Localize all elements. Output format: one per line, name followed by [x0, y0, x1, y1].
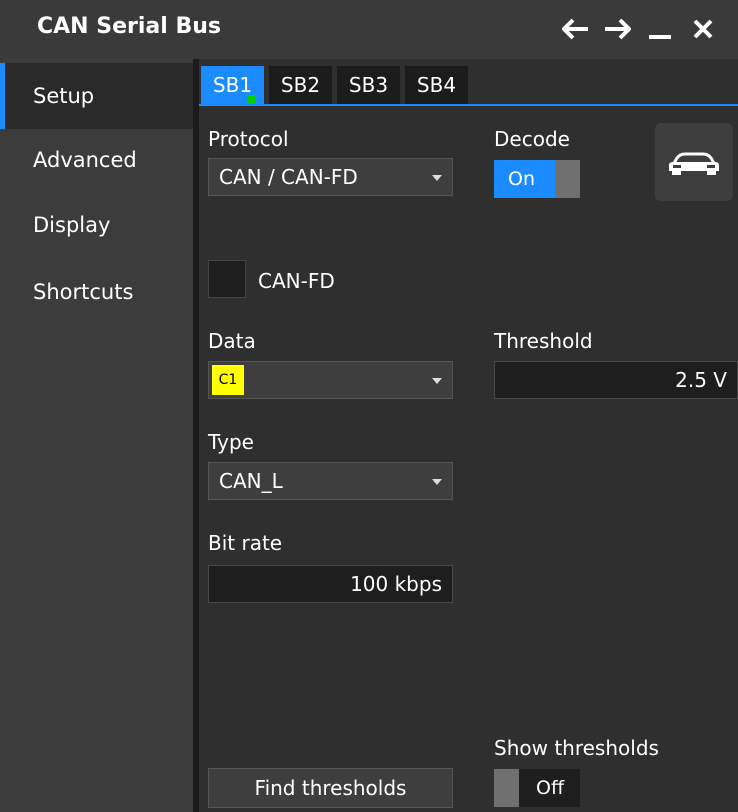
- data-label: Data: [208, 329, 256, 353]
- setup-panel: SB1 SB2 SB3 SB4 Protocol CAN / CAN-FD De…: [199, 59, 738, 812]
- tab-label: SB1: [212, 73, 253, 97]
- bitrate-label: Bit rate: [208, 531, 283, 555]
- chevron-down-icon: [432, 378, 442, 384]
- sidebar-item-advanced[interactable]: Advanced: [0, 127, 193, 193]
- chevron-down-icon: [432, 479, 442, 485]
- threshold-input[interactable]: 2.5 V: [494, 361, 738, 399]
- type-label: Type: [208, 430, 254, 454]
- show-thresholds-label: Show thresholds: [494, 736, 659, 760]
- tab-sb3[interactable]: SB3: [337, 66, 400, 104]
- find-thresholds-button[interactable]: Find thresholds: [208, 768, 453, 808]
- minimize-icon[interactable]: [648, 18, 672, 40]
- toggle-knob: [555, 160, 580, 198]
- tab-label: SB2: [280, 73, 321, 97]
- bitrate-input[interactable]: 100 kbps: [208, 565, 453, 603]
- protocol-value: CAN / CAN-FD: [219, 165, 358, 189]
- channel-c1-chip: C1: [212, 365, 244, 395]
- can-serial-bus-dialog: CAN Serial Bus Setup Advanced Display Sh…: [0, 0, 738, 812]
- decode-label: Decode: [494, 127, 570, 151]
- show-thresholds-value: Off: [536, 777, 565, 799]
- protocol-select[interactable]: CAN / CAN-FD: [208, 158, 453, 196]
- tab-sb2[interactable]: SB2: [269, 66, 332, 104]
- type-value: CAN_L: [219, 469, 283, 493]
- active-bus-indicator-icon: [247, 95, 255, 103]
- toggle-knob: [494, 769, 519, 807]
- sidebar-item-label: Setup: [33, 84, 95, 108]
- title-bar: CAN Serial Bus: [0, 0, 738, 59]
- type-select[interactable]: CAN_L: [208, 462, 453, 500]
- threshold-label: Threshold: [494, 329, 593, 353]
- decode-value: On: [508, 168, 535, 190]
- chevron-down-icon: [432, 175, 442, 181]
- bus-type-car-button[interactable]: [655, 123, 733, 201]
- tab-label: SB3: [348, 73, 389, 97]
- sidebar-item-label: Display: [33, 213, 111, 237]
- tab-sb1[interactable]: SB1: [201, 66, 264, 104]
- tab-sb4[interactable]: SB4: [405, 66, 468, 104]
- protocol-label: Protocol: [208, 127, 289, 151]
- close-icon[interactable]: [692, 18, 714, 40]
- back-arrow-icon[interactable]: [562, 18, 590, 40]
- forward-arrow-icon[interactable]: [603, 18, 631, 40]
- sidebar-item-label: Shortcuts: [33, 280, 134, 304]
- data-source-select[interactable]: C1: [208, 361, 453, 399]
- sidebar: Setup Advanced Display Shortcuts: [0, 59, 193, 812]
- window-title: CAN Serial Bus: [37, 14, 221, 39]
- sidebar-item-display[interactable]: Display: [0, 192, 193, 258]
- can-fd-label: CAN-FD: [258, 269, 335, 293]
- tab-underline: [199, 104, 738, 106]
- tab-label: SB4: [416, 73, 457, 97]
- sidebar-item-label: Advanced: [33, 148, 137, 172]
- decode-toggle[interactable]: On: [494, 160, 580, 198]
- can-fd-checkbox[interactable]: [208, 260, 246, 298]
- sidebar-item-setup[interactable]: Setup: [0, 63, 193, 129]
- sidebar-item-shortcuts[interactable]: Shortcuts: [0, 259, 193, 325]
- show-thresholds-toggle[interactable]: Off: [494, 769, 580, 807]
- car-icon: [669, 152, 719, 175]
